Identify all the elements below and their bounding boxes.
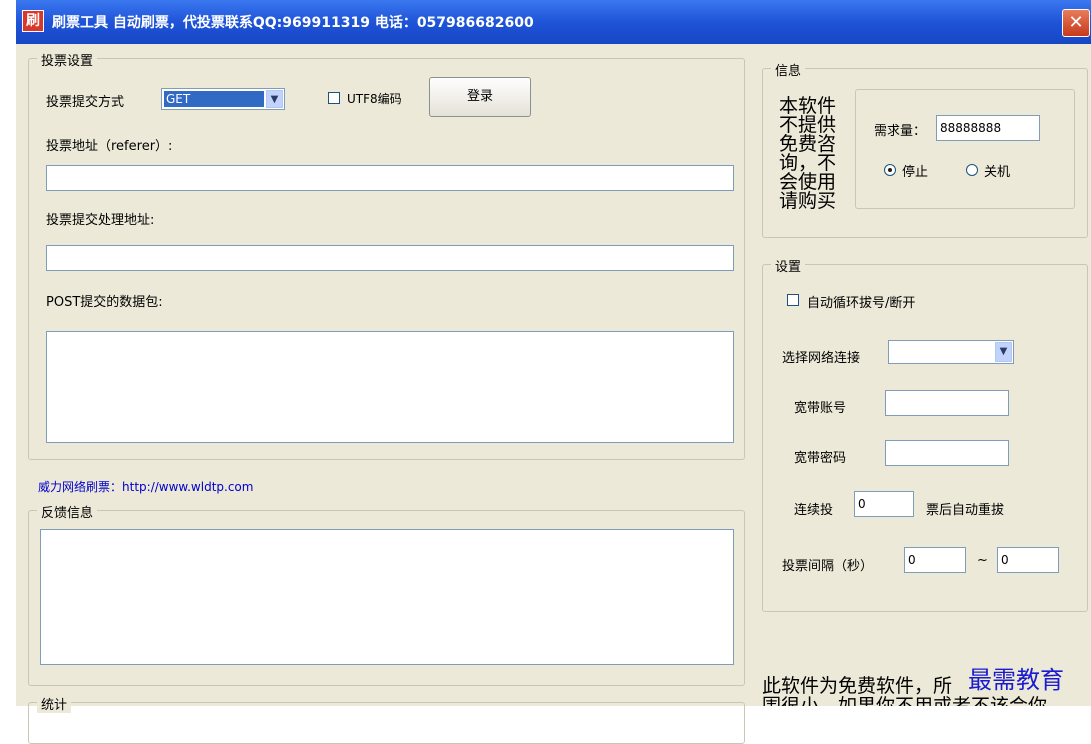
utf8-checkbox[interactable] [328, 92, 340, 104]
method-label: 投票提交方式 [46, 95, 125, 110]
vote-settings-legend: 投票设置 [37, 50, 98, 69]
radio-shutdown-label: 关机 [984, 165, 1011, 180]
network-select[interactable]: ▼ [888, 340, 1014, 364]
radio-shutdown[interactable] [966, 164, 978, 176]
continuous-label: 连续投 [794, 503, 834, 518]
settings-group: 设置 自动循环拔号/断开 选择网络连接 ▼ 宽带账号 宽带密码 连续投 0 票后… [762, 256, 1088, 612]
watermark: 最需教育 [968, 666, 1064, 694]
process-url-label: 投票提交处理地址: [46, 213, 155, 228]
account-label: 宽带账号 [794, 401, 847, 416]
auto-dial-checkbox[interactable] [787, 294, 799, 306]
site-link-url: http://www.wldtp.com [122, 480, 254, 494]
password-label: 宽带密码 [794, 451, 847, 466]
window-body: 投票设置 投票提交方式 GET ▼ UTF8编码 登录 投票地址（referer… [16, 44, 1091, 744]
referer-input[interactable] [46, 165, 734, 191]
radio-stop[interactable] [884, 164, 896, 176]
interval-tilde: ~ [977, 553, 988, 568]
chevron-down-icon: ▼ [266, 90, 283, 108]
stats-legend: 统计 [37, 694, 72, 713]
vote-settings-group: 投票设置 投票提交方式 GET ▼ UTF8编码 登录 投票地址（referer… [28, 50, 745, 460]
demand-input[interactable]: 88888888 [936, 115, 1040, 141]
info-group: 信息 本软件 不提供 免费咨 询，不 会使用 请购买 需求量： 88888888… [762, 60, 1088, 238]
password-input[interactable] [885, 440, 1009, 466]
login-button[interactable]: 登录 [429, 77, 531, 117]
footer-line-2: 围很小，如果你不用或者不该会你 [762, 695, 1048, 706]
info-legend: 信息 [771, 60, 806, 79]
demand-label: 需求量： [874, 124, 927, 139]
window-title: 刷票工具 自动刷票，代投票联系QQ:969911319 电话：057986682… [52, 15, 534, 31]
post-data-textarea[interactable] [46, 331, 734, 443]
radio-stop-label: 停止 [902, 165, 929, 180]
network-label: 选择网络连接 [782, 351, 861, 366]
interval-to-input[interactable]: 0 [997, 547, 1059, 573]
auto-dial-label: 自动循环拔号/断开 [807, 296, 916, 311]
close-button[interactable]: ✕ [1062, 9, 1090, 37]
post-data-label: POST提交的数据包: [46, 295, 163, 310]
referer-label: 投票地址（referer）: [46, 139, 173, 154]
info-notice: 本软件 不提供 免费咨 询，不 会使用 请购买 [779, 97, 843, 211]
utf8-label: UTF8编码 [347, 92, 402, 106]
feedback-legend: 反馈信息 [37, 502, 98, 521]
app-icon: 刷 [22, 10, 44, 32]
method-select[interactable]: GET ▼ [161, 88, 285, 110]
site-link-label: 威力网络刷票： [38, 480, 123, 494]
demand-box: 需求量： 88888888 停止 关机 [855, 89, 1075, 209]
chevron-down-icon: ▼ [995, 342, 1012, 362]
interval-label: 投票间隔（秒） [782, 559, 874, 574]
continuous-input[interactable]: 0 [854, 491, 914, 517]
feedback-textarea[interactable] [40, 529, 734, 665]
interval-from-input[interactable]: 0 [904, 547, 966, 573]
notice-line: 请购买 [779, 190, 837, 212]
stats-group: 统计 [28, 694, 745, 744]
settings-legend: 设置 [771, 256, 806, 275]
site-link[interactable]: 威力网络刷票：http://www.wldtp.com [38, 478, 253, 495]
process-url-input[interactable] [46, 245, 734, 271]
title-bar: 刷 刷票工具 自动刷票，代投票联系QQ:969911319 电话：0579866… [16, 0, 1091, 44]
feedback-group: 反馈信息 [28, 502, 745, 686]
method-select-value: GET [164, 91, 264, 107]
account-input[interactable] [885, 390, 1009, 416]
redial-label: 票后自动重拔 [926, 503, 1005, 518]
